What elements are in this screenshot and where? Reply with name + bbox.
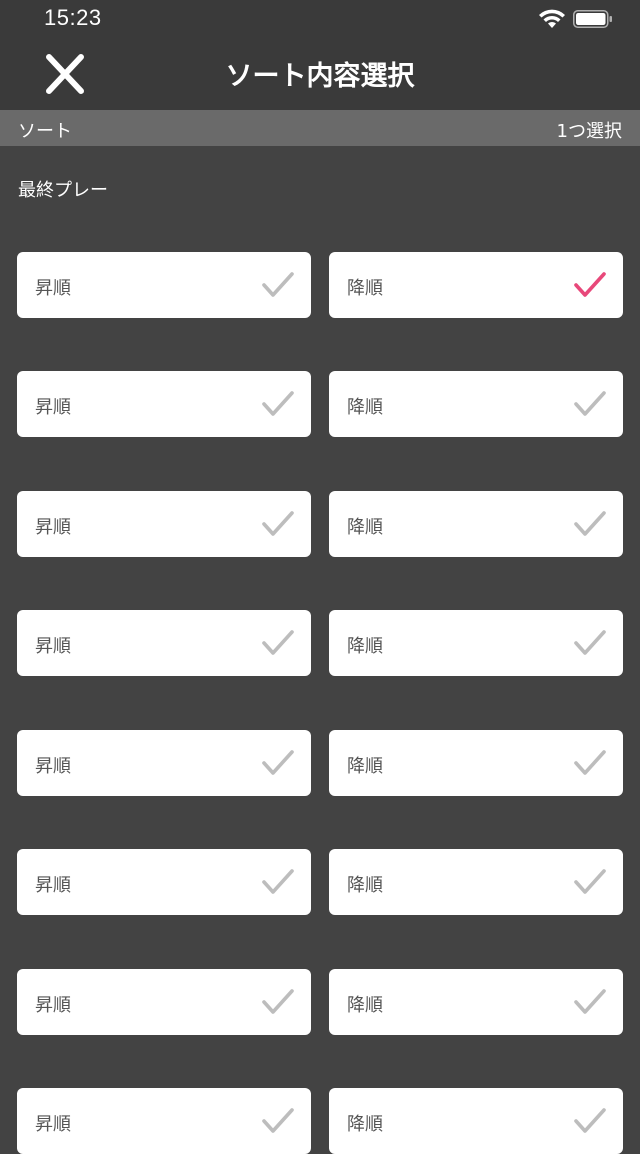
sort-group-label: 曲名 xyxy=(18,299,54,320)
check-icon xyxy=(261,986,295,1018)
option-label: 昇順 xyxy=(35,397,71,418)
sort-group-label: VOLFORCE xyxy=(18,1016,115,1037)
ascending-option[interactable]: 昇順 xyxy=(17,1088,311,1154)
wifi-icon xyxy=(538,9,566,29)
page-title: ソート内容選択 xyxy=(225,61,415,92)
sort-group-label: グレード xyxy=(18,777,90,798)
check-icon xyxy=(573,388,607,420)
check-icon xyxy=(573,1105,607,1137)
option-label: 降順 xyxy=(347,875,383,896)
check-icon xyxy=(261,866,295,898)
option-label: 降順 xyxy=(347,756,383,777)
status-time: 15:23 xyxy=(44,5,102,30)
sort-group: クリアマーク 昇順 降順 xyxy=(0,658,640,796)
descending-option[interactable]: 降順 xyxy=(329,1088,623,1154)
check-icon xyxy=(261,747,295,779)
sort-group: グレード 昇順 降順 xyxy=(0,777,640,915)
option-label: 降順 xyxy=(347,278,383,299)
check-icon xyxy=(573,508,607,540)
option-label: 降順 xyxy=(347,517,383,538)
check-icon xyxy=(261,508,295,540)
selection-count: 1つ選択 xyxy=(556,121,622,142)
nav-bar: ソート内容選択 xyxy=(0,38,640,110)
section-header: ソート 1つ選択 xyxy=(0,110,640,146)
sort-group: エフェクト 昇順 降順 xyxy=(0,538,640,676)
option-label: 降順 xyxy=(347,1114,383,1135)
option-label: 昇順 xyxy=(35,636,71,657)
check-icon xyxy=(261,627,295,659)
check-icon xyxy=(261,388,295,420)
option-label: 昇順 xyxy=(35,517,71,538)
option-label: 昇順 xyxy=(35,278,71,299)
check-icon xyxy=(573,866,607,898)
section-label: ソート xyxy=(18,121,72,142)
sort-group-label: エフェクト xyxy=(18,538,108,559)
check-icon xyxy=(573,269,607,301)
option-label: 降順 xyxy=(347,397,383,418)
check-icon xyxy=(261,269,295,301)
option-label: 降順 xyxy=(347,636,383,657)
check-icon xyxy=(573,986,607,1018)
status-bar: 15:23 xyxy=(0,0,640,38)
battery-icon xyxy=(573,10,613,28)
check-icon xyxy=(573,627,607,659)
sort-group: VOLFORCE 昇順 降順 xyxy=(0,1016,640,1154)
option-label: 昇順 xyxy=(35,756,71,777)
option-label: 昇順 xyxy=(35,875,71,896)
option-label: 降順 xyxy=(347,995,383,1016)
sort-group: 最終プレー 昇順 降順 xyxy=(0,180,640,318)
sort-group: 曲名 昇順 降順 xyxy=(0,299,640,437)
sort-group-label: クリアマーク xyxy=(18,658,126,679)
check-icon xyxy=(261,1105,295,1137)
sort-group-label: レベル xyxy=(18,419,72,440)
sort-group-label: 最終プレー xyxy=(18,180,108,201)
sort-group-label: スコア xyxy=(18,897,72,918)
sort-group: レベル 昇順 降順 xyxy=(0,419,640,557)
option-label: 昇順 xyxy=(35,995,71,1016)
sort-group: スコア 昇順 降順 xyxy=(0,897,640,1035)
option-label: 昇順 xyxy=(35,1114,71,1135)
check-icon xyxy=(573,747,607,779)
